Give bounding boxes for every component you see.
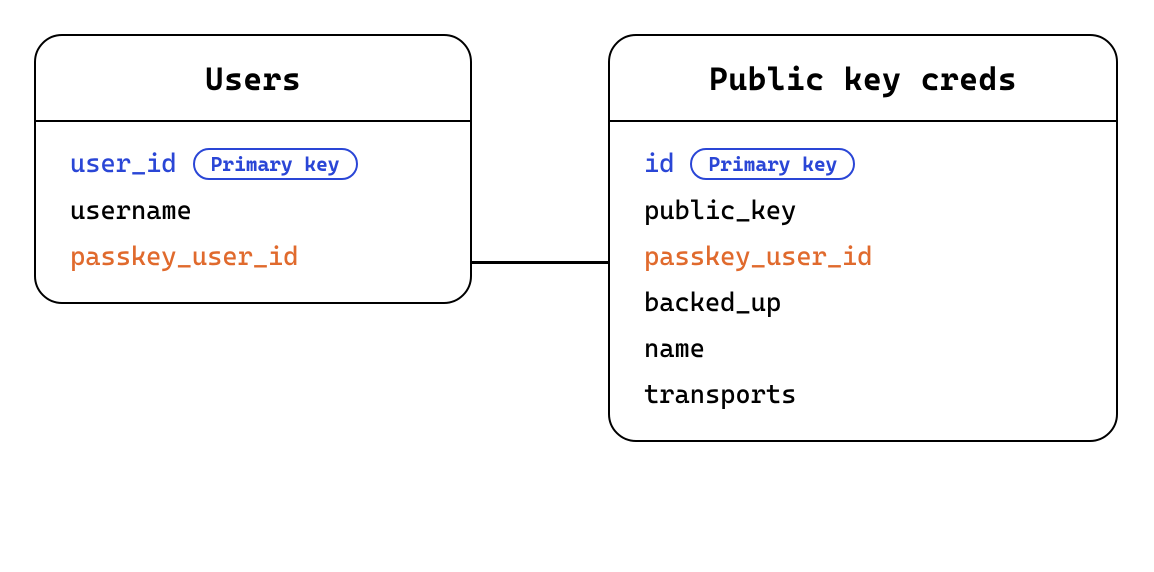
primary-key-badge: Primary key	[193, 148, 358, 180]
field-row: name	[644, 334, 1082, 364]
entity-body-creds: id Primary key public_key passkey_user_i…	[610, 122, 1116, 440]
field-name-fk: passkey_user_id	[70, 242, 299, 272]
field-name-fk: passkey_user_id	[644, 242, 873, 272]
entity-title-creds: Public key creds	[640, 60, 1086, 98]
field-name: backed_up	[644, 288, 781, 318]
entity-body-users: user_id Primary key username passkey_use…	[36, 122, 470, 302]
entity-title-users: Users	[66, 60, 440, 98]
field-row: username	[70, 196, 436, 226]
field-name-pk: user_id	[70, 149, 177, 179]
field-row: transports	[644, 380, 1082, 410]
field-name: public_key	[644, 196, 796, 226]
field-row: user_id Primary key	[70, 148, 436, 180]
field-row: passkey_user_id	[70, 242, 436, 272]
primary-key-badge: Primary key	[690, 148, 855, 180]
field-name: name	[644, 334, 705, 364]
field-name: username	[70, 196, 192, 226]
entity-header-users: Users	[36, 36, 470, 122]
entity-box-users: Users user_id Primary key username passk…	[34, 34, 472, 304]
field-name-pk: id	[644, 149, 674, 179]
relation-connector	[472, 261, 608, 264]
entity-header-creds: Public key creds	[610, 36, 1116, 122]
field-row: public_key	[644, 196, 1082, 226]
field-name: transports	[644, 380, 796, 410]
field-row: passkey_user_id	[644, 242, 1082, 272]
field-row: id Primary key	[644, 148, 1082, 180]
entity-box-creds: Public key creds id Primary key public_k…	[608, 34, 1118, 442]
field-row: backed_up	[644, 288, 1082, 318]
